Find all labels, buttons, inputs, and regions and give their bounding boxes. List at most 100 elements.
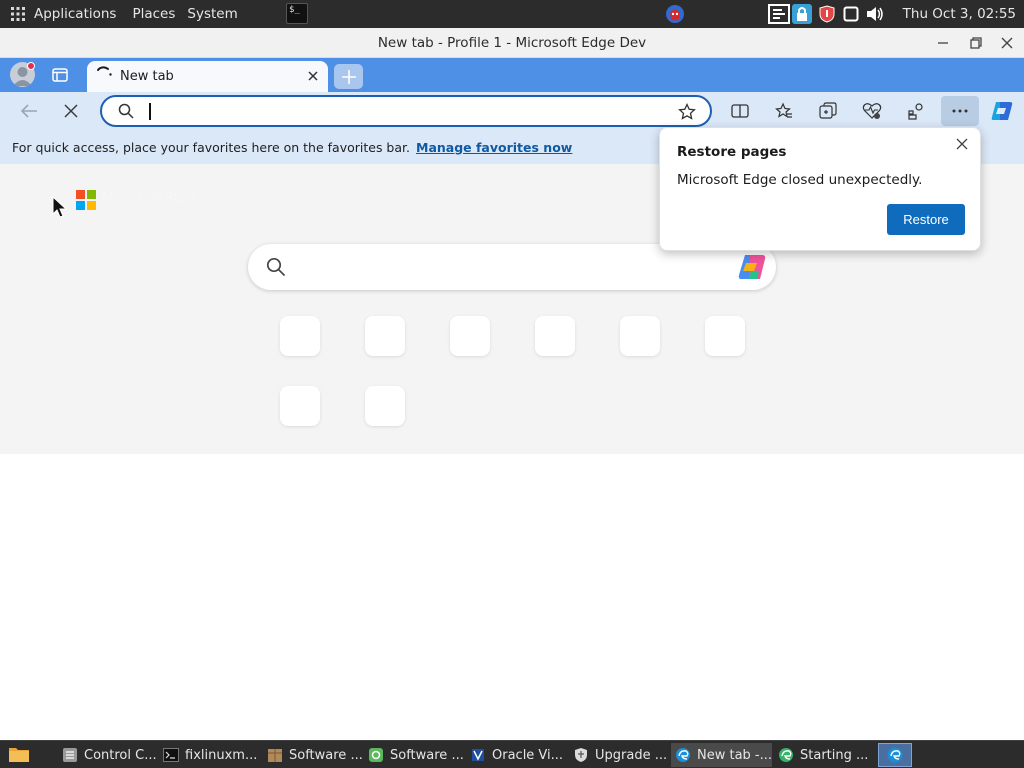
edge-icon bbox=[886, 746, 904, 764]
terminal-launcher-icon[interactable]: $_ bbox=[286, 3, 308, 24]
taskbar-item-control-center[interactable]: Control C... bbox=[58, 743, 158, 767]
microsoft-logo-icon[interactable] bbox=[76, 190, 96, 210]
places-label: Places bbox=[132, 6, 176, 22]
taskbar-item-edge-newtab[interactable]: New tab -... bbox=[671, 743, 772, 767]
top-panel: Applications Places System $_ Thu Oct 3,… bbox=[0, 0, 1024, 28]
copilot-icon[interactable] bbox=[736, 252, 768, 282]
taskbar-item-label: Control C... bbox=[84, 747, 157, 763]
tab-actions-icon bbox=[52, 68, 68, 82]
control-center-icon bbox=[62, 747, 78, 763]
quick-link-tile[interactable] bbox=[620, 316, 660, 356]
close-x-icon bbox=[64, 104, 78, 118]
tab-strip: New tab bbox=[0, 58, 1024, 92]
minimize-button[interactable] bbox=[926, 28, 960, 58]
popup-close-icon[interactable] bbox=[954, 136, 970, 152]
favorites-list-icon bbox=[775, 102, 793, 120]
shield-icon[interactable] bbox=[818, 4, 836, 24]
workspace-switcher[interactable] bbox=[878, 743, 912, 767]
close-button[interactable] bbox=[990, 28, 1024, 58]
address-input[interactable] bbox=[146, 102, 666, 120]
favorites-hint: For quick access, place your favorites h… bbox=[12, 139, 410, 155]
stop-loading-button[interactable] bbox=[56, 96, 86, 126]
system-menu[interactable]: System bbox=[181, 0, 243, 28]
taskbar-item-label: New tab -... bbox=[697, 747, 772, 763]
quick-link-tile[interactable] bbox=[365, 386, 405, 426]
quick-link-tile[interactable] bbox=[705, 316, 745, 356]
taskbar-item-label: Software ... bbox=[390, 747, 464, 763]
back-button[interactable] bbox=[14, 96, 44, 126]
clock[interactable]: Thu Oct 3, 02:55 bbox=[903, 0, 1016, 28]
text-caret bbox=[149, 103, 151, 120]
address-bar[interactable] bbox=[100, 95, 712, 127]
restore-pages-popup: Restore pages Microsoft Edge closed unex… bbox=[659, 127, 981, 251]
system-label: System bbox=[187, 6, 238, 22]
heart-pulse-icon bbox=[862, 102, 882, 120]
taskbar-item-label: Starting ... bbox=[800, 747, 869, 763]
quick-link-tile[interactable] bbox=[280, 386, 320, 426]
extensions-button[interactable] bbox=[901, 96, 931, 126]
quick-link-tile[interactable] bbox=[450, 316, 490, 356]
bug-icon[interactable] bbox=[664, 4, 686, 24]
volume-icon[interactable] bbox=[865, 4, 885, 24]
settings-more-button[interactable] bbox=[941, 96, 979, 126]
copilot-icon bbox=[990, 99, 1014, 123]
new-tab-button[interactable] bbox=[334, 64, 363, 89]
folder-icon[interactable] bbox=[8, 745, 32, 765]
taskbar-item-software-manager[interactable]: Software ... bbox=[263, 743, 363, 767]
popup-title: Restore pages bbox=[677, 144, 787, 160]
search-icon bbox=[266, 257, 286, 277]
places-menu[interactable]: Places bbox=[126, 0, 181, 28]
taskbar: Control C... fixlinuxm... Software ... S… bbox=[0, 740, 1024, 768]
collections-button[interactable] bbox=[813, 96, 843, 126]
search-icon bbox=[118, 103, 134, 119]
brand-label[interactable]: Microsoft Start bbox=[102, 191, 197, 206]
split-screen-button[interactable] bbox=[725, 96, 755, 126]
browser-toolbar bbox=[0, 92, 1024, 130]
restore-button[interactable]: Restore bbox=[887, 204, 965, 235]
web-search-input[interactable] bbox=[296, 256, 716, 278]
applications-menu[interactable]: Applications bbox=[0, 0, 122, 28]
extensions-icon bbox=[907, 102, 925, 120]
app-grid-icon bbox=[10, 6, 26, 22]
window-title: New tab - Profile 1 - Microsoft Edge Dev bbox=[377, 34, 647, 51]
quick-link-tile[interactable] bbox=[365, 316, 405, 356]
package-icon bbox=[267, 747, 283, 763]
taskbar-item-label: fixlinuxm... bbox=[185, 747, 258, 763]
network-icon[interactable] bbox=[768, 4, 790, 24]
taskbar-item-software[interactable]: Software ... bbox=[364, 743, 464, 767]
shield-icon bbox=[573, 747, 589, 763]
collections-icon bbox=[819, 102, 837, 120]
taskbar-item-label: Software ... bbox=[289, 747, 363, 763]
popup-message: Microsoft Edge closed unexpectedly. bbox=[677, 172, 923, 188]
tab-new-tab[interactable]: New tab bbox=[87, 61, 328, 92]
profile-alert-dot bbox=[27, 62, 35, 70]
copilot-button[interactable] bbox=[987, 96, 1017, 126]
manage-favorites-link[interactable]: Manage favorites now bbox=[416, 140, 572, 155]
software-icon bbox=[368, 747, 384, 763]
browser-essentials-button[interactable] bbox=[857, 96, 887, 126]
taskbar-item-label: Oracle Vi... bbox=[492, 747, 564, 763]
split-screen-icon bbox=[731, 103, 749, 119]
favorite-star-icon[interactable] bbox=[678, 103, 696, 121]
terminal-icon bbox=[163, 747, 179, 763]
maximize-button[interactable] bbox=[959, 28, 993, 58]
window-icon[interactable] bbox=[842, 4, 860, 24]
mouse-pointer-icon bbox=[52, 195, 68, 222]
quick-link-tile[interactable] bbox=[535, 316, 575, 356]
virtualbox-icon bbox=[470, 747, 486, 763]
favorites-button[interactable] bbox=[769, 96, 799, 126]
taskbar-item-virtualbox[interactable]: Oracle Vi... bbox=[466, 743, 568, 767]
taskbar-item-upgrade[interactable]: Upgrade ... bbox=[569, 743, 669, 767]
tab-close-icon[interactable] bbox=[306, 69, 320, 83]
edge-icon bbox=[675, 747, 691, 763]
loading-spinner-icon bbox=[95, 66, 113, 84]
more-dots-icon bbox=[951, 108, 969, 114]
taskbar-item-label: Upgrade ... bbox=[595, 747, 668, 763]
lock-icon[interactable] bbox=[792, 4, 812, 24]
tab-actions-button[interactable] bbox=[48, 64, 72, 86]
taskbar-item-starting[interactable]: Starting ... bbox=[774, 743, 874, 767]
quick-link-tile[interactable] bbox=[280, 316, 320, 356]
window-titlebar[interactable]: New tab - Profile 1 - Microsoft Edge Dev bbox=[0, 28, 1024, 58]
taskbar-item-terminal[interactable]: fixlinuxm... bbox=[159, 743, 261, 767]
plus-icon bbox=[341, 69, 357, 85]
